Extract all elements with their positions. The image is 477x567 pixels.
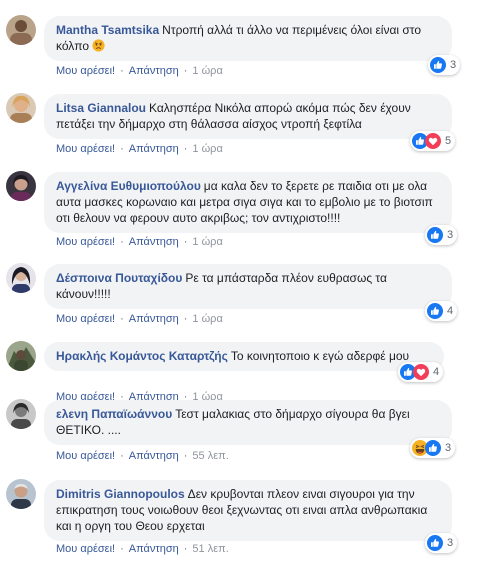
like-button[interactable]: Μου αρέσει! <box>56 236 115 248</box>
avatar[interactable] <box>6 93 36 123</box>
comment-author-link[interactable]: Mantha Tsamtsika <box>56 23 159 37</box>
like-icon <box>427 535 443 551</box>
comment-actions: Μου αρέσει! · Απάντηση · 1 ώρα <box>56 65 223 77</box>
reply-button[interactable]: Απάντηση <box>129 65 179 77</box>
comment-author-link[interactable]: Litsa Giannalou <box>56 101 146 115</box>
comment-author-link[interactable]: Αγγελίνα Ευθυμιοπούλου <box>56 179 201 193</box>
like-button[interactable]: Μου αρέσει! <box>56 313 115 325</box>
separator-dot: · <box>183 236 188 248</box>
avatar[interactable] <box>6 15 36 45</box>
comment-bubble: Ηρακλής Κομάντος Καταρτζής Το κοινητοποιο… <box>44 342 444 371</box>
comment-timestamp[interactable]: 1 ώρα <box>192 143 222 155</box>
separator-dot: · <box>183 313 188 325</box>
reply-button[interactable]: Απάντηση <box>129 313 179 325</box>
comment-actions: Μου αρέσει! · Απάντηση · 1 ώρα <box>56 143 223 155</box>
separator-dot: · <box>183 543 188 555</box>
like-icon <box>425 440 441 456</box>
comment-author-link[interactable]: ελενη Παπαϊωάννου <box>56 407 172 421</box>
like-icon <box>430 57 446 73</box>
comment-bubble: Αγγελίνα Ευθυμιοπούλου μα καλα δεν το ξερ… <box>44 172 452 233</box>
reaction-count: 3 <box>447 229 454 241</box>
separator-dot: · <box>120 543 124 555</box>
reply-button[interactable]: Απάντηση <box>129 236 179 248</box>
avatar[interactable] <box>6 263 36 293</box>
like-button[interactable]: Μου αρέσει! <box>56 65 115 77</box>
avatar[interactable] <box>6 171 36 201</box>
comment-author-link[interactable]: Δέσποινα Πουταχίδου <box>56 271 182 285</box>
comment-timestamp[interactable]: 55 λεπ. <box>192 450 228 462</box>
comment-actions: Μου αρέσει! · Απάντηση · 51 λεπ. <box>56 543 229 555</box>
angry-face-emoji-icon <box>92 39 106 52</box>
reaction-summary[interactable]: 3 <box>425 533 458 553</box>
reaction-summary[interactable]: 3 <box>425 225 458 245</box>
reaction-summary[interactable]: 4 <box>425 301 458 321</box>
like-button[interactable]: Μου αρέσει! <box>56 450 115 462</box>
avatar[interactable] <box>6 399 36 429</box>
comment-actions: Μου αρέσει! · Απάντηση · 1 ώρα <box>56 236 223 248</box>
reaction-summary[interactable]: 3 <box>410 438 456 458</box>
reaction-count: 4 <box>447 305 454 317</box>
love-icon <box>413 364 429 380</box>
separator-dot: · <box>120 65 124 77</box>
reply-button[interactable]: Απάντηση <box>129 543 179 555</box>
love-icon <box>425 133 441 149</box>
like-icon <box>427 303 443 319</box>
reaction-count: 4 <box>433 366 440 378</box>
separator-dot: · <box>120 450 124 462</box>
separator-dot: · <box>183 450 188 462</box>
like-button[interactable]: Μου αρέσει! <box>56 143 115 155</box>
avatar[interactable] <box>6 341 36 371</box>
comment-actions: Μου αρέσει! · Απάντηση · 1 ώρα <box>56 313 223 325</box>
reply-button[interactable]: Απάντηση <box>129 143 179 155</box>
comment-bubble: Dimitris Giannopoulos Δεν κρυβονται πλεον… <box>44 480 452 541</box>
separator-dot: · <box>183 143 188 155</box>
comment-timestamp[interactable]: 1 ώρα <box>192 313 222 325</box>
reaction-count: 5 <box>445 135 452 147</box>
like-icon <box>427 227 443 243</box>
comment-bubble: Litsa Giannalou Καλησπέρα Νικόλα απορώ ακ… <box>44 94 452 139</box>
reaction-count: 3 <box>447 537 454 549</box>
comment-author-link[interactable]: Dimitris Giannopoulos <box>56 487 185 501</box>
reaction-count: 3 <box>450 59 457 71</box>
reply-button[interactable]: Απάντηση <box>129 450 179 462</box>
comment-actions: Μου αρέσει! · Απάντηση · 55 λεπ. <box>56 450 229 462</box>
comment-author-link[interactable]: Ηρακλής Κομάντος Καταρτζής <box>56 349 228 363</box>
comment-timestamp[interactable]: 51 λεπ. <box>192 543 228 555</box>
reaction-summary[interactable]: 4 <box>398 362 444 382</box>
reaction-summary[interactable]: 3 <box>428 55 461 75</box>
separator-dot: · <box>120 236 124 248</box>
like-button[interactable]: Μου αρέσει! <box>56 543 115 555</box>
comment-timestamp[interactable]: 1 ώρα <box>192 65 222 77</box>
separator-dot: · <box>120 313 124 325</box>
comment-bubble: Mantha Tsamtsika Ντροπή αλλά τι άλλο να π… <box>44 16 452 61</box>
reaction-count: 3 <box>445 442 452 454</box>
comment-bubble: Δέσποινα Πουταχίδου Ρε τα μπάσταρδα πλέον… <box>44 264 452 309</box>
avatar[interactable] <box>6 479 36 509</box>
separator-dot: · <box>183 65 188 77</box>
comment-text: Το κοινητοποιο κ εγώ αδερφέ μου <box>230 349 410 363</box>
comment-timestamp[interactable]: 1 ώρα <box>192 236 222 248</box>
separator-dot: · <box>120 143 124 155</box>
comment-bubble: ελενη Παπαϊωάννου Τεστ μαλακιας στο δήμαρ… <box>44 400 452 445</box>
reaction-summary[interactable]: 5 <box>410 131 456 151</box>
